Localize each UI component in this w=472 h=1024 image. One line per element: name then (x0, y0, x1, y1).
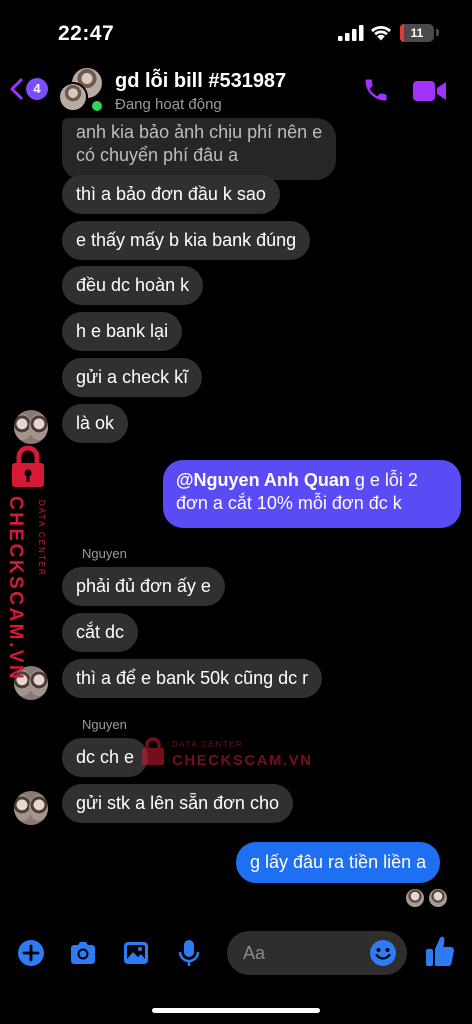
wifi-icon (371, 25, 391, 41)
message-bubble[interactable]: gửi a check kĩ (62, 358, 203, 397)
watermark-subtext: DATA CENTER (172, 740, 244, 749)
message-text: g e lỗi 2 (349, 470, 418, 490)
message-text: dc ch e (76, 747, 135, 767)
avatar[interactable] (14, 791, 48, 825)
message-text: cắt dc (76, 622, 125, 642)
battery-level: 11 (410, 26, 424, 40)
message-bubble[interactable]: gửi stk a lên sẵn đơn cho (62, 784, 293, 823)
message-bubble[interactable]: e thấy mấy b kia bank đúng (62, 221, 311, 260)
chat-title[interactable]: gd lỗi bill #531987 (115, 70, 286, 93)
avatar-face (29, 795, 48, 821)
message-input[interactable] (243, 931, 363, 975)
battery-cap (436, 29, 439, 36)
message-text: thì a bảo đơn đầu k sao (76, 184, 266, 204)
camera-icon[interactable] (68, 938, 98, 968)
message-bubble[interactable]: đều dc hoàn k (62, 266, 204, 305)
watermark-center: DATA CENTER CHECKSCAM.VN (140, 736, 313, 776)
message-bubble[interactable]: cắt dc (62, 613, 139, 652)
message-bubble[interactable]: phải đủ đơn ấy e (62, 567, 225, 606)
composer-bar (0, 928, 472, 978)
message-text: anh kia bảo ảnh chịu phí nên e (76, 122, 323, 142)
watermark-text: CHECKSCAM.VN (172, 752, 313, 769)
watermark-side: CHECKSCAM.VN DATA CENTER (2, 440, 52, 682)
home-indicator (152, 1008, 320, 1013)
message-bubble[interactable]: anh kia bảo ảnh chịu phí nên e có chuyển… (62, 118, 337, 180)
message-text: phải đủ đơn ấy e (76, 576, 211, 596)
group-avatar[interactable] (58, 68, 106, 114)
message-text: e thấy mấy b kia bank đúng (76, 230, 297, 250)
unread-badge: 4 (26, 78, 48, 100)
status-time: 22:47 (58, 22, 115, 45)
message-text: gửi stk a lên sẵn đơn cho (76, 793, 279, 813)
message-bubble[interactable]: thì a để e bank 50k cũng dc r (62, 659, 323, 698)
message-bubble-outgoing[interactable]: g lấy đâu ra tiền liền a (236, 842, 441, 883)
message-text: thì a để e bank 50k cũng dc r (76, 668, 309, 688)
chat-header: 4 gd lỗi bill #531987 Đang hoạt động (0, 62, 472, 118)
avatar-face (29, 414, 48, 440)
battery-indicator: 11 (400, 24, 434, 42)
message-bubble-outgoing[interactable]: @Nguyen Anh Quan g e lỗi 2 đơn a cắt 10%… (163, 460, 461, 528)
message-text: h e bank lại (76, 321, 169, 341)
group-avatar-photo-2 (58, 82, 88, 112)
back-button[interactable]: 4 (8, 74, 48, 104)
microphone-icon[interactable] (174, 938, 204, 968)
emoji-icon[interactable] (369, 939, 397, 967)
message-text: đơn a cắt 10% mỗi đơn đc k (176, 493, 402, 513)
watermark-subtext: DATA CENTER (37, 500, 46, 577)
message-text: đều dc hoàn k (76, 275, 190, 295)
avatar-face (29, 670, 48, 696)
sender-name: Nguyen (82, 717, 127, 732)
message-bubble[interactable]: thì a bảo đơn đầu k sao (62, 175, 280, 214)
chat-status: Đang hoạt động (115, 96, 222, 113)
avatar[interactable] (14, 410, 48, 444)
sender-name: Nguyen (82, 546, 127, 561)
message-text: gửi a check kĩ (76, 367, 189, 387)
phone-icon[interactable] (362, 76, 390, 104)
image-icon[interactable] (121, 938, 151, 968)
plus-icon[interactable] (16, 938, 46, 968)
message-input-wrapper (227, 931, 407, 975)
message-bubble[interactable]: dc ch e (62, 738, 149, 777)
message-text: là ok (76, 413, 115, 433)
message-text: có chuyển phí đâu a (76, 145, 239, 165)
signal-icon (338, 25, 364, 41)
message-text: g lấy đâu ra tiền liền a (250, 852, 427, 872)
status-bar: 22:47 11 (0, 0, 472, 60)
mention[interactable]: @Nguyen Anh Quan (176, 470, 350, 490)
watermark-lock-icon (142, 737, 164, 765)
read-receipt-avatar (406, 889, 424, 907)
message-bubble[interactable]: h e bank lại (62, 312, 183, 351)
thumbs-up-icon[interactable] (424, 934, 456, 968)
watermark-text: CHECKSCAM.VN (5, 496, 26, 682)
read-receipt-avatar (429, 889, 447, 907)
video-camera-icon[interactable] (412, 78, 448, 104)
message-bubble[interactable]: là ok (62, 404, 129, 443)
back-chevron-icon (10, 78, 23, 100)
online-status-dot (90, 99, 104, 113)
watermark-lock-icon (12, 445, 44, 487)
